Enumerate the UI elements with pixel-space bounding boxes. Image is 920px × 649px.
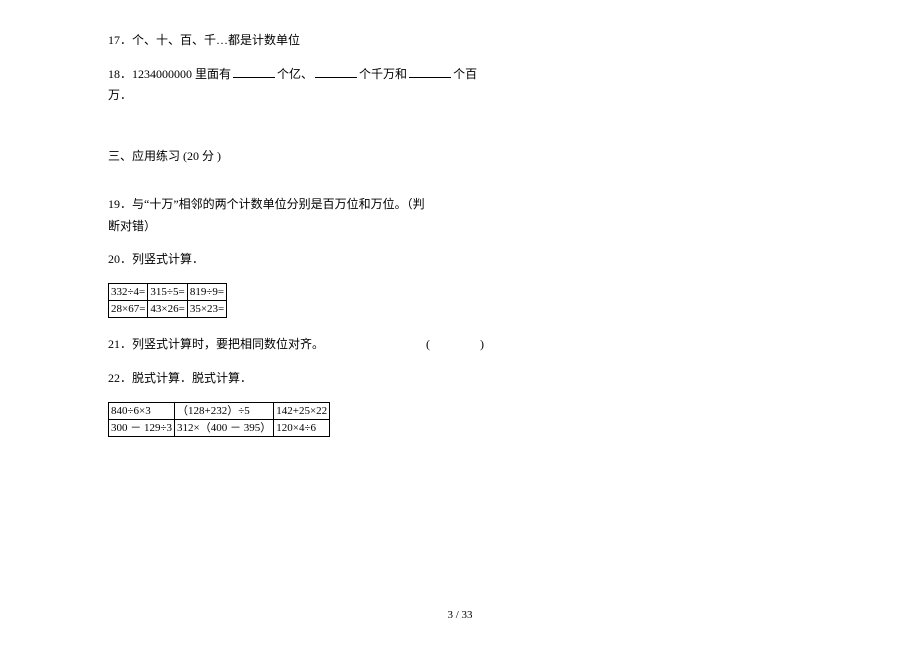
q18-blank-2 <box>315 64 357 78</box>
q18-text-b: 个亿、 <box>277 67 313 81</box>
q18-number: 18． <box>108 67 132 81</box>
q21-number: 21． <box>108 337 132 351</box>
table-row: 28×67= 43×26= 35×23= <box>109 301 227 318</box>
q22-table: 840÷6×3 （128+232）÷5 142+25×22 300 － 129÷… <box>108 402 330 438</box>
q20-cell: 35×23= <box>187 301 226 318</box>
q20-cell: 332÷4= <box>109 283 148 300</box>
q21-paren-open: ( <box>426 334 430 356</box>
table-row: 840÷6×3 （128+232）÷5 142+25×22 <box>109 402 330 419</box>
q20-cell: 315÷5= <box>148 283 187 300</box>
q22-cell: 312×（400 － 395） <box>175 419 274 436</box>
q22-cell: 300 － 129÷3 <box>109 419 175 436</box>
q18-text-d: 个百 <box>453 67 477 81</box>
question-19: 19．与“十万”相邻的两个计数单位分别是百万位和万位。（判断对错） <box>108 194 812 237</box>
question-17: 17．个、十、百、千…都是计数单位 <box>108 30 812 52</box>
q17-number: 17． <box>108 33 132 47</box>
q22-text: 脱式计算．脱式计算． <box>132 371 252 385</box>
q22-cell: 840÷6×3 <box>109 402 175 419</box>
q20-cell: 28×67= <box>109 301 148 318</box>
q20-number: 20． <box>108 252 132 266</box>
q19-text-b: 断对错） <box>108 219 156 233</box>
question-21: 21．列竖式计算时，要把相同数位对齐。 ( ) <box>108 334 812 356</box>
section-3-title: 三、应用练习 (20 分 ) <box>108 147 812 166</box>
page-number: 3 / 33 <box>0 609 920 621</box>
q19-number: 19． <box>108 197 132 211</box>
q22-cell: （128+232）÷5 <box>175 402 274 419</box>
question-20: 20．列竖式计算． <box>108 249 812 271</box>
q17-text: 个、十、百、千…都是计数单位 <box>132 33 300 47</box>
q20-table: 332÷4= 315÷5= 819÷9= 28×67= 43×26= 35×23… <box>108 283 227 319</box>
q18-text-e: 万． <box>108 88 132 102</box>
question-18: 18．1234000000 里面有 个亿、 个千万和 个百万． <box>108 64 812 107</box>
q18-blank-1 <box>233 64 275 78</box>
table-row: 332÷4= 315÷5= 819÷9= <box>109 283 227 300</box>
page-content: 17．个、十、百、千…都是计数单位 18．1234000000 里面有 个亿、 个千… <box>0 0 920 437</box>
question-22: 22．脱式计算．脱式计算． <box>108 368 812 390</box>
q20-cell: 819÷9= <box>187 283 226 300</box>
q19-text-a: 与“十万”相邻的两个计数单位分别是百万位和万位。（判 <box>132 197 425 211</box>
q21-paren-close: ) <box>480 334 484 356</box>
q21-text: 列竖式计算时，要把相同数位对齐。 <box>132 337 324 351</box>
q20-cell: 43×26= <box>148 301 187 318</box>
q20-text: 列竖式计算． <box>132 252 204 266</box>
q22-cell: 142+25×22 <box>274 402 330 419</box>
q18-blank-3 <box>409 64 451 78</box>
q22-number: 22． <box>108 371 132 385</box>
table-row: 300 － 129÷3 312×（400 － 395） 120×4÷6 <box>109 419 330 436</box>
q18-text-c: 个千万和 <box>359 67 407 81</box>
q22-cell: 120×4÷6 <box>274 419 330 436</box>
q18-text-a: 1234000000 里面有 <box>132 67 231 81</box>
